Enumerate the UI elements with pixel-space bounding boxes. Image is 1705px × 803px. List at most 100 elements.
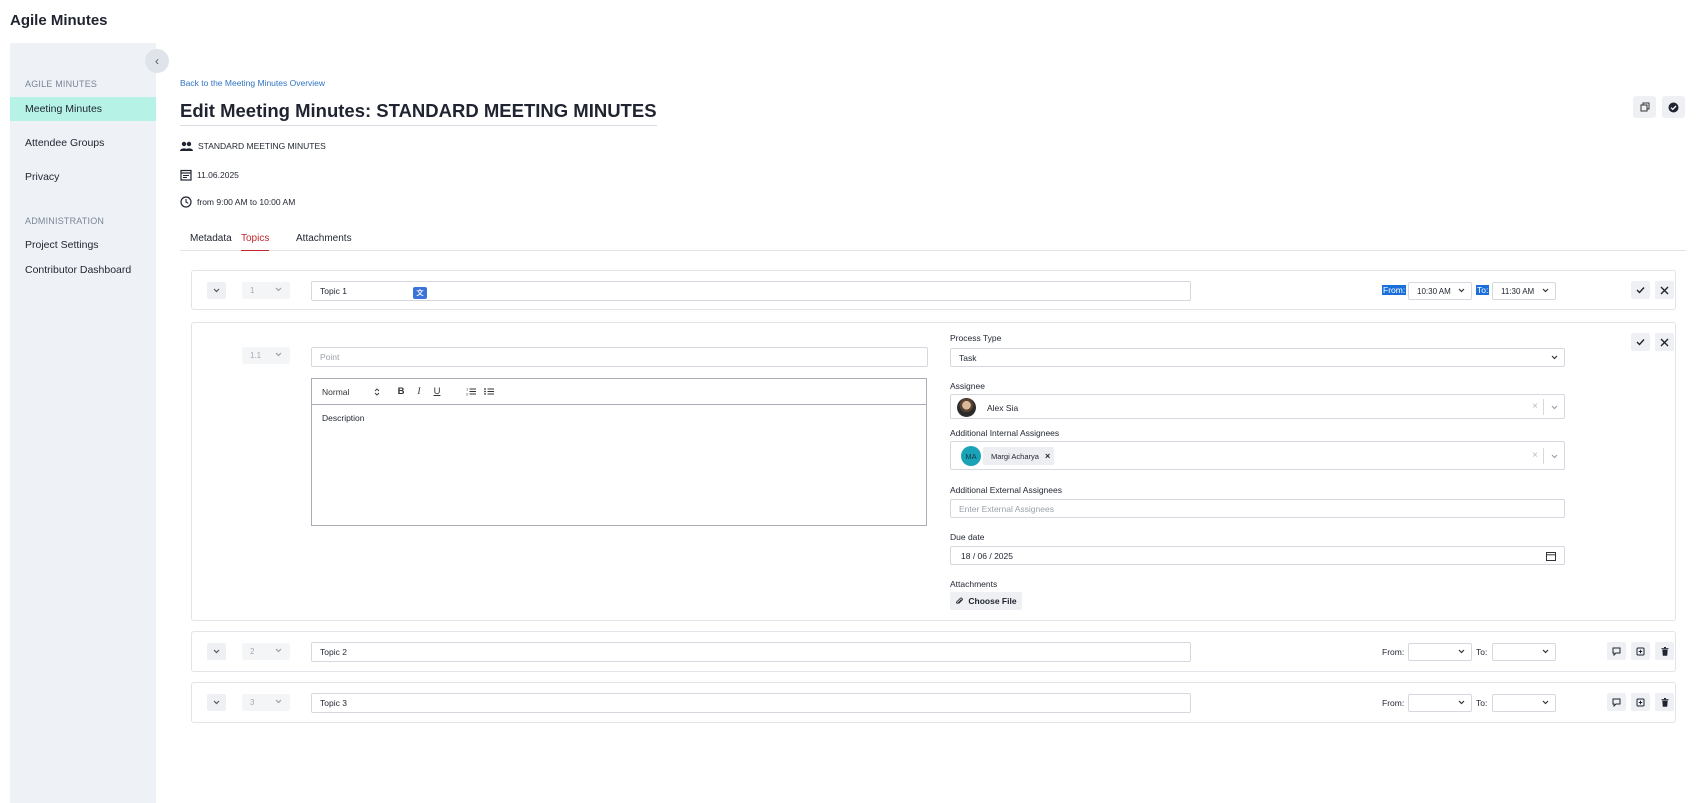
- tab-metadata[interactable]: Metadata: [190, 233, 232, 251]
- assignee-chip: Margi Acharya ×: [983, 447, 1055, 465]
- add-box-icon: [1636, 647, 1645, 655]
- topic-1-to-select[interactable]: 11:30 AM: [1492, 282, 1556, 300]
- italic-button[interactable]: I: [414, 387, 424, 397]
- choose-file-button[interactable]: Choose File: [950, 592, 1022, 610]
- editor-content[interactable]: Description: [312, 405, 926, 431]
- sidebar-item-label: Contributor Dashboard: [25, 264, 132, 276]
- chevron-down-icon: [275, 287, 282, 292]
- topic-1-from-label: From:: [1382, 285, 1407, 295]
- topic-2-collapse-button[interactable]: [207, 643, 226, 660]
- topic-3-collapse-button[interactable]: [207, 694, 226, 711]
- close-icon: [1660, 286, 1669, 294]
- topic-1-from-select[interactable]: 10:30 AM: [1408, 282, 1472, 300]
- clear-internal-button[interactable]: ×: [1532, 450, 1538, 461]
- topic-3-delete-button[interactable]: [1655, 693, 1674, 711]
- sidebar-item-label: Attendee Groups: [25, 137, 105, 149]
- sidebar-section-agile-minutes: AGILE MINUTES: [25, 79, 98, 89]
- chevron-down-icon[interactable]: [1551, 405, 1558, 410]
- app-title: Agile Minutes: [10, 12, 108, 29]
- calendar-icon[interactable]: [1546, 551, 1556, 561]
- chevron-down-icon: [275, 648, 282, 653]
- topic-3-from-label: From:: [1382, 698, 1405, 708]
- topic-3-comment-button[interactable]: [1607, 693, 1626, 711]
- topic-2-from-select[interactable]: [1408, 643, 1472, 661]
- process-type-label: Process Type: [950, 333, 1002, 343]
- meta-attendee-group: STANDARD MEETING MINUTES: [180, 141, 326, 151]
- sidebar-item-meeting-minutes[interactable]: Meeting Minutes: [10, 97, 156, 121]
- sidebar-item-project-settings[interactable]: Project Settings: [10, 233, 156, 257]
- format-select[interactable]: Normal: [322, 387, 380, 397]
- external-assignees-input[interactable]: Enter External Assignees: [950, 499, 1565, 518]
- check-icon: [1636, 287, 1645, 294]
- close-icon: [1660, 338, 1669, 346]
- chevron-down-icon: [275, 352, 282, 357]
- trash-icon: [1661, 646, 1668, 656]
- process-type-select[interactable]: Task: [950, 348, 1565, 367]
- topic-2-to-select[interactable]: [1492, 643, 1556, 661]
- topic-1-title-input[interactable]: Topic 1: [311, 281, 1191, 301]
- sidebar-item-label: Privacy: [25, 171, 60, 183]
- clock-icon: [180, 196, 192, 208]
- updown-icon: [374, 387, 380, 396]
- editor-toolbar: Normal B I U 12: [312, 379, 926, 405]
- topic-3-number-select[interactable]: 3: [242, 694, 290, 711]
- chevron-down-icon[interactable]: [1551, 454, 1558, 459]
- check-icon: [1636, 339, 1645, 346]
- underline-button[interactable]: U: [432, 386, 442, 397]
- chevron-down-icon: [275, 699, 282, 704]
- sidebar-item-privacy[interactable]: Privacy: [10, 165, 156, 189]
- back-to-overview-link[interactable]: Back to the Meeting Minutes Overview: [180, 78, 325, 88]
- topic-2-add-point-button[interactable]: [1631, 642, 1650, 660]
- clear-assignee-button[interactable]: ×: [1532, 401, 1538, 412]
- remove-chip-button[interactable]: ×: [1045, 451, 1050, 461]
- meta-date: 11.06.2025: [180, 169, 239, 181]
- calendar-icon: [180, 169, 192, 181]
- point-cancel-button[interactable]: [1655, 333, 1674, 351]
- chevron-down-icon: [213, 649, 220, 654]
- svg-text:2: 2: [466, 393, 468, 397]
- due-date-input[interactable]: 18 / 06 / 2025: [950, 546, 1565, 565]
- comment-icon: [1612, 698, 1621, 707]
- page-title: Edit Meeting Minutes: STANDARD MEETING M…: [180, 100, 657, 126]
- tab-bar: Metadata Topics Attachments: [180, 231, 1686, 251]
- sidebar-item-attendee-groups[interactable]: Attendee Groups: [10, 131, 156, 155]
- chevron-down-icon: [1458, 649, 1465, 654]
- point-number-select[interactable]: 1.1: [242, 347, 290, 364]
- topic-1-collapse-button[interactable]: [207, 282, 226, 299]
- topic-3-title-input[interactable]: Topic 3: [311, 693, 1191, 713]
- chevron-down-icon: [1542, 649, 1549, 654]
- additional-internal-select[interactable]: MA Margi Acharya × ×: [950, 441, 1565, 470]
- sidebar-item-contributor-dashboard[interactable]: Contributor Dashboard: [10, 258, 156, 282]
- point-title-input[interactable]: Point: [311, 347, 928, 367]
- assignee-label: Assignee: [950, 381, 985, 391]
- bullet-list-icon[interactable]: [484, 387, 494, 396]
- ordered-list-icon[interactable]: 12: [466, 387, 476, 396]
- tab-attachments[interactable]: Attachments: [296, 233, 352, 251]
- comment-icon: [1612, 647, 1621, 656]
- sidebar-item-label: Meeting Minutes: [25, 103, 103, 115]
- topic-2-number-select[interactable]: 2: [242, 643, 290, 660]
- topic-2-title-input[interactable]: Topic 2: [311, 642, 1191, 662]
- topic-3-add-point-button[interactable]: [1631, 693, 1650, 711]
- topic-2-delete-button[interactable]: [1655, 642, 1674, 660]
- assignee-select[interactable]: Alex Sia ×: [950, 394, 1565, 419]
- topic-1-cancel-button[interactable]: [1655, 281, 1674, 299]
- topic-1-save-button[interactable]: [1631, 281, 1650, 299]
- translate-icon[interactable]: 文: [413, 287, 427, 299]
- description-editor[interactable]: Normal B I U 12 Description: [311, 378, 927, 526]
- point-save-button[interactable]: [1631, 333, 1650, 351]
- chevron-down-icon: [213, 700, 220, 705]
- topic-3-from-select[interactable]: [1408, 694, 1472, 712]
- topic-1-number-select[interactable]: 1: [242, 282, 290, 299]
- copy-button[interactable]: [1633, 96, 1656, 118]
- topic-row-3: 3 Topic 3 From: To:: [191, 682, 1676, 723]
- sidebar-collapse-button[interactable]: ‹: [145, 49, 169, 73]
- topic-2-comment-button[interactable]: [1607, 642, 1626, 660]
- tab-topics[interactable]: Topics: [241, 233, 270, 251]
- avatar: [957, 398, 976, 417]
- topic-3-to-select[interactable]: [1492, 694, 1556, 712]
- meta-time-text: from 9:00 AM to 10:00 AM: [197, 197, 296, 207]
- bold-button[interactable]: B: [396, 386, 406, 397]
- finalize-button[interactable]: [1662, 96, 1685, 118]
- people-icon: [180, 141, 193, 151]
